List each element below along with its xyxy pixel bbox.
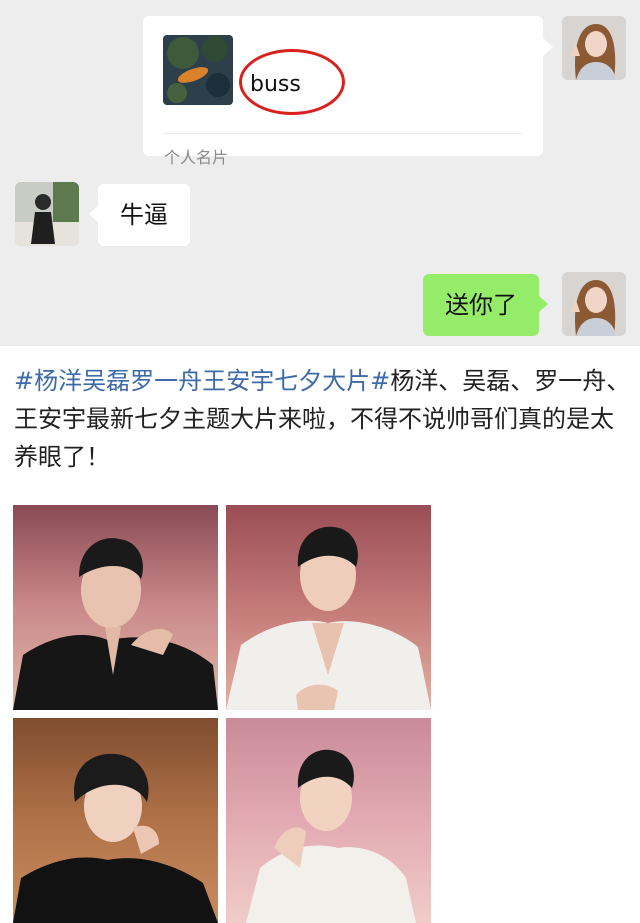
chat-area: buss 个人名片 牛逼 送你了 xyxy=(0,0,640,346)
contact-card-thumbnail xyxy=(163,35,233,105)
self-avatar[interactable] xyxy=(562,272,626,336)
portrait-photo-black-suit[interactable] xyxy=(13,505,218,710)
portrait-photo-white-suit[interactable] xyxy=(226,505,431,710)
contact-avatar[interactable] xyxy=(15,182,79,246)
self-avatar[interactable] xyxy=(562,16,626,80)
contact-card-label: 个人名片 xyxy=(164,148,229,167)
highlight-circle-annotation xyxy=(239,49,345,115)
contact-card-message[interactable]: buss 个人名片 xyxy=(143,16,553,167)
incoming-message-text: 牛逼 xyxy=(120,201,168,229)
post-hashtag[interactable]: #杨洋吴磊罗一舟王安宇七夕大片# xyxy=(14,367,390,395)
incoming-message-bubble[interactable]: 牛逼 xyxy=(89,184,190,246)
outgoing-message-text: 送你了 xyxy=(445,291,517,319)
post-text: #杨洋吴磊罗一舟王安宇七夕大片#杨洋、吴磊、罗一舟、王安宇最新七夕主题大片来啦，… xyxy=(14,362,632,476)
bubble-tail xyxy=(543,38,553,56)
outgoing-message-bubble[interactable]: 送你了 xyxy=(423,274,548,336)
portrait-photo-white-blazer[interactable] xyxy=(226,718,431,923)
card-divider xyxy=(163,133,523,134)
portrait-photo-black-shirt[interactable] xyxy=(13,718,218,923)
bubble-tail xyxy=(538,295,548,313)
bubble-tail xyxy=(89,205,99,223)
